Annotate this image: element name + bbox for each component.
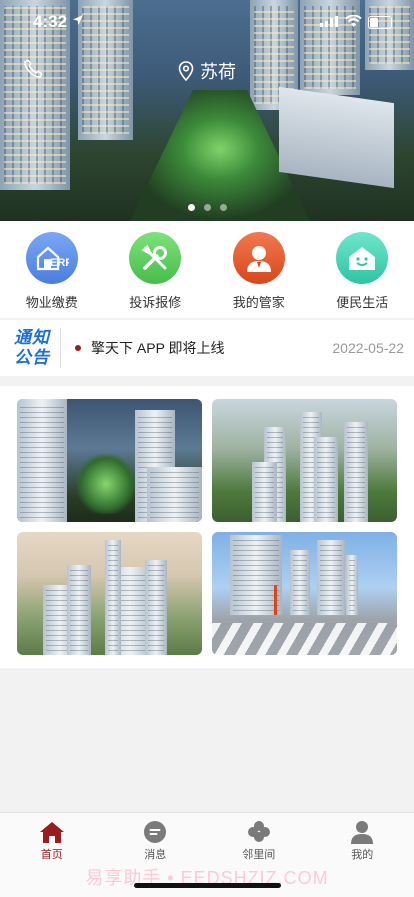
notice-logo-line: 公告 xyxy=(14,348,56,368)
smiley-house-icon xyxy=(336,232,388,284)
shortcut-property-fee[interactable]: ERP 物业缴费 xyxy=(0,221,104,318)
shortcut-grid: ERP 物业缴费 投诉报修 我的管家 xyxy=(0,221,414,318)
notice-logo: 通知 公告 xyxy=(14,328,56,368)
svg-text:ERP: ERP xyxy=(50,257,69,269)
user-icon xyxy=(351,820,373,844)
location-name: 苏荷 xyxy=(200,58,236,84)
shortcut-label: 我的管家 xyxy=(233,292,285,311)
shortcut-complaint-repair[interactable]: 投诉报修 xyxy=(104,221,208,318)
divider xyxy=(60,328,61,368)
status-time: 4:32 xyxy=(33,12,67,32)
shortcut-label: 投诉报修 xyxy=(129,292,181,311)
shortcut-label: 物业缴费 xyxy=(26,292,78,311)
tab-label: 邻里间 xyxy=(242,846,275,862)
carousel-indicator xyxy=(0,204,414,211)
shortcut-label: 便民生活 xyxy=(336,292,388,311)
message-icon xyxy=(143,820,167,844)
home-icon xyxy=(39,820,65,844)
carousel-dot[interactable] xyxy=(188,204,195,211)
clover-icon xyxy=(247,820,271,844)
carousel-dot[interactable] xyxy=(204,204,211,211)
tab-label: 消息 xyxy=(144,846,166,862)
banner-carousel[interactable]: 4:32 苏荷 xyxy=(0,0,414,221)
project-gallery xyxy=(0,386,414,668)
location-arrow-icon xyxy=(72,14,84,26)
project-photo[interactable] xyxy=(17,399,202,522)
wrench-screwdriver-icon xyxy=(129,232,181,284)
shortcut-convenience-life[interactable]: 便民生活 xyxy=(311,221,414,318)
wifi-icon xyxy=(345,15,362,27)
notice-bar[interactable]: 通知 公告 擎天下 APP 即将上线 2022-05-22 xyxy=(0,320,414,376)
tab-label: 首页 xyxy=(41,846,63,862)
location-pin-icon xyxy=(178,61,194,81)
carousel-dot[interactable] xyxy=(220,204,227,211)
butler-person-icon xyxy=(233,232,285,284)
banner-clubhouse xyxy=(279,87,394,188)
battery-icon xyxy=(368,16,392,29)
phone-icon[interactable] xyxy=(22,58,44,80)
shortcut-my-butler[interactable]: 我的管家 xyxy=(207,221,311,318)
location-selector[interactable]: 苏荷 xyxy=(178,58,236,84)
bullet-icon xyxy=(75,345,81,351)
project-photo[interactable] xyxy=(212,399,397,522)
tab-label: 我的 xyxy=(351,846,373,862)
notice-text[interactable]: 擎天下 APP 即将上线 xyxy=(91,338,332,358)
notice-logo-line: 通知 xyxy=(14,328,56,348)
erp-house-icon: ERP xyxy=(26,232,78,284)
notice-date: 2022-05-22 xyxy=(332,340,404,356)
status-bar: 4:32 xyxy=(0,10,414,34)
project-photo[interactable] xyxy=(212,532,397,655)
home-indicator xyxy=(134,883,281,888)
project-photo[interactable] xyxy=(17,532,202,655)
signal-icon xyxy=(320,16,338,27)
